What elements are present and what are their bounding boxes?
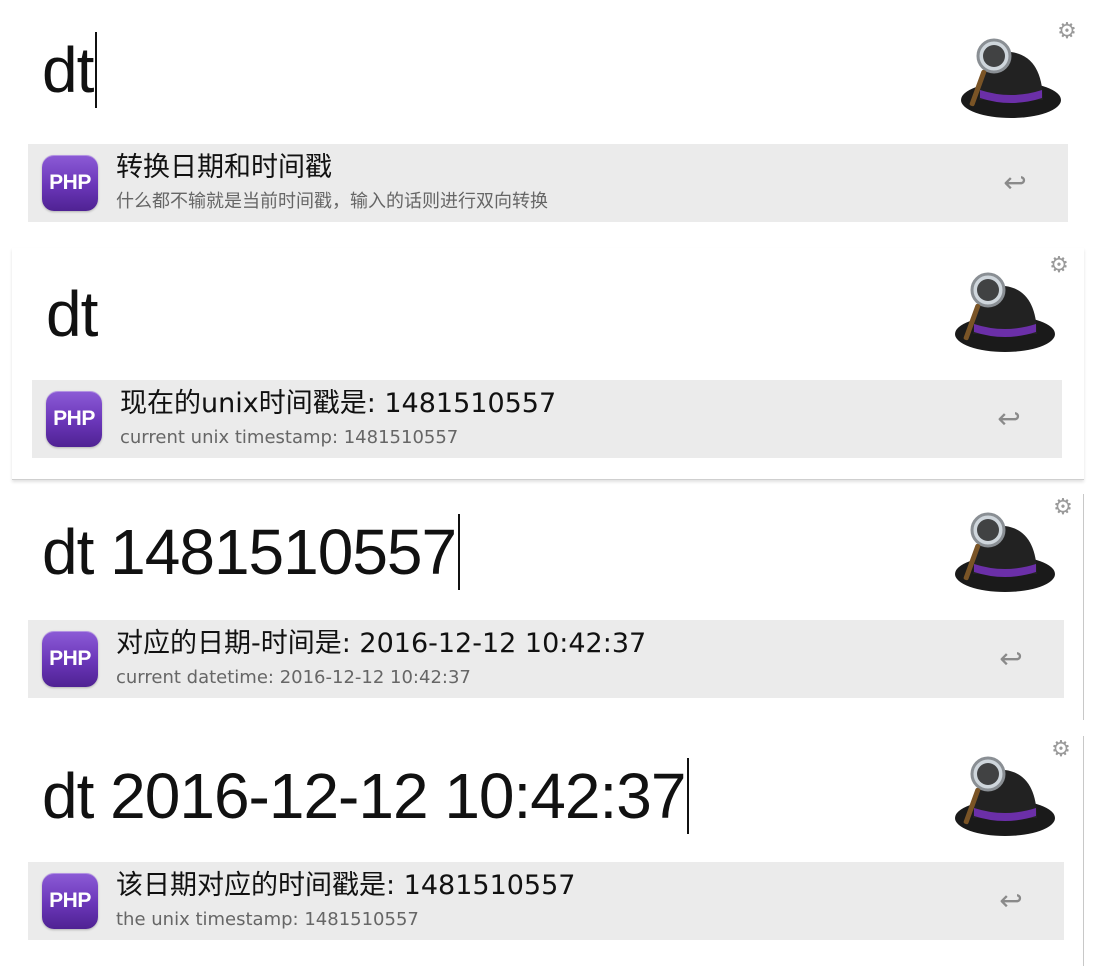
query-text: dt 2016-12-12 10:42:37 [42,760,686,832]
search-bar[interactable]: dt [12,248,1084,358]
query-text: dt [42,34,94,106]
result-item[interactable]: PHP 该日期对应的时间戳是: 1481510557 the unix time… [28,862,1064,940]
text-caret [458,514,461,590]
search-input[interactable]: dt [42,30,98,110]
result-subtitle: the unix timestamp: 1481510557 [116,909,419,930]
result-subtitle: current datetime: 2016-12-12 10:42:37 [116,667,471,688]
php-icon: PHP [42,873,98,929]
alfred-hat-icon [961,38,1061,118]
result-title: 该日期对应的时间戳是: 1481510557 [116,870,576,901]
result-title: 对应的日期-时间是: 2016-12-12 10:42:37 [116,628,647,659]
return-icon: ↩ [1003,167,1027,198]
text-caret [95,32,98,108]
alfred-window-3: dt 1481510557 ⚙ PHP 对应的日期-时间是: 2016-12-1… [4,490,1084,720]
search-input[interactable]: dt 2016-12-12 10:42:37 [42,756,690,836]
search-bar[interactable]: dt [4,4,1092,114]
result-item[interactable]: PHP 转换日期和时间戳 什么都不输就是当前时间戳，输入的话则进行双向转换 ↩ [28,144,1068,222]
alfred-hat-icon [955,272,1055,352]
query-text: dt [46,278,98,350]
result-subtitle: 什么都不输就是当前时间戳，输入的话则进行双向转换 [116,191,548,212]
result-item[interactable]: PHP 对应的日期-时间是: 2016-12-12 10:42:37 curre… [28,620,1064,698]
alfred-window-1: dt ⚙ PHP 转换日期和时间戳 什么都不输就是当前时间戳，输入的话则进行双向… [4,4,1092,244]
result-subtitle: current unix timestamp: 1481510557 [120,427,459,448]
alfred-hat-icon [955,756,1055,836]
alfred-hat-icon [955,512,1055,592]
return-icon: ↩ [999,885,1023,916]
window-edge [1083,494,1084,720]
result-title: 转换日期和时间戳 [116,152,332,183]
alfred-window-4: dt 2016-12-12 10:42:37 ⚙ PHP 该日期对应的时间戳是:… [4,732,1084,970]
php-icon: PHP [46,391,102,447]
alfred-screenshots: dt ⚙ PHP 转换日期和时间戳 什么都不输就是当前时间戳，输入的话则进行双向… [0,0,1098,975]
php-icon: PHP [42,155,98,211]
search-bar[interactable]: dt 1481510557 [4,490,1084,600]
search-bar[interactable]: dt 2016-12-12 10:42:37 [4,732,1084,842]
query-text: dt 1481510557 [42,516,457,588]
return-icon: ↩ [997,403,1021,434]
php-icon: PHP [42,631,98,687]
return-icon: ↩ [999,643,1023,674]
window-edge [1083,736,1084,966]
alfred-window-2: dt ⚙ PHP 现在的unix时间戳是: 1481510557 current… [12,248,1084,480]
result-title: 现在的unix时间戳是: 1481510557 [120,388,557,419]
search-input[interactable]: dt [46,274,98,354]
result-item[interactable]: PHP 现在的unix时间戳是: 1481510557 current unix… [32,380,1062,458]
search-input[interactable]: dt 1481510557 [42,512,461,592]
text-caret [687,758,690,834]
